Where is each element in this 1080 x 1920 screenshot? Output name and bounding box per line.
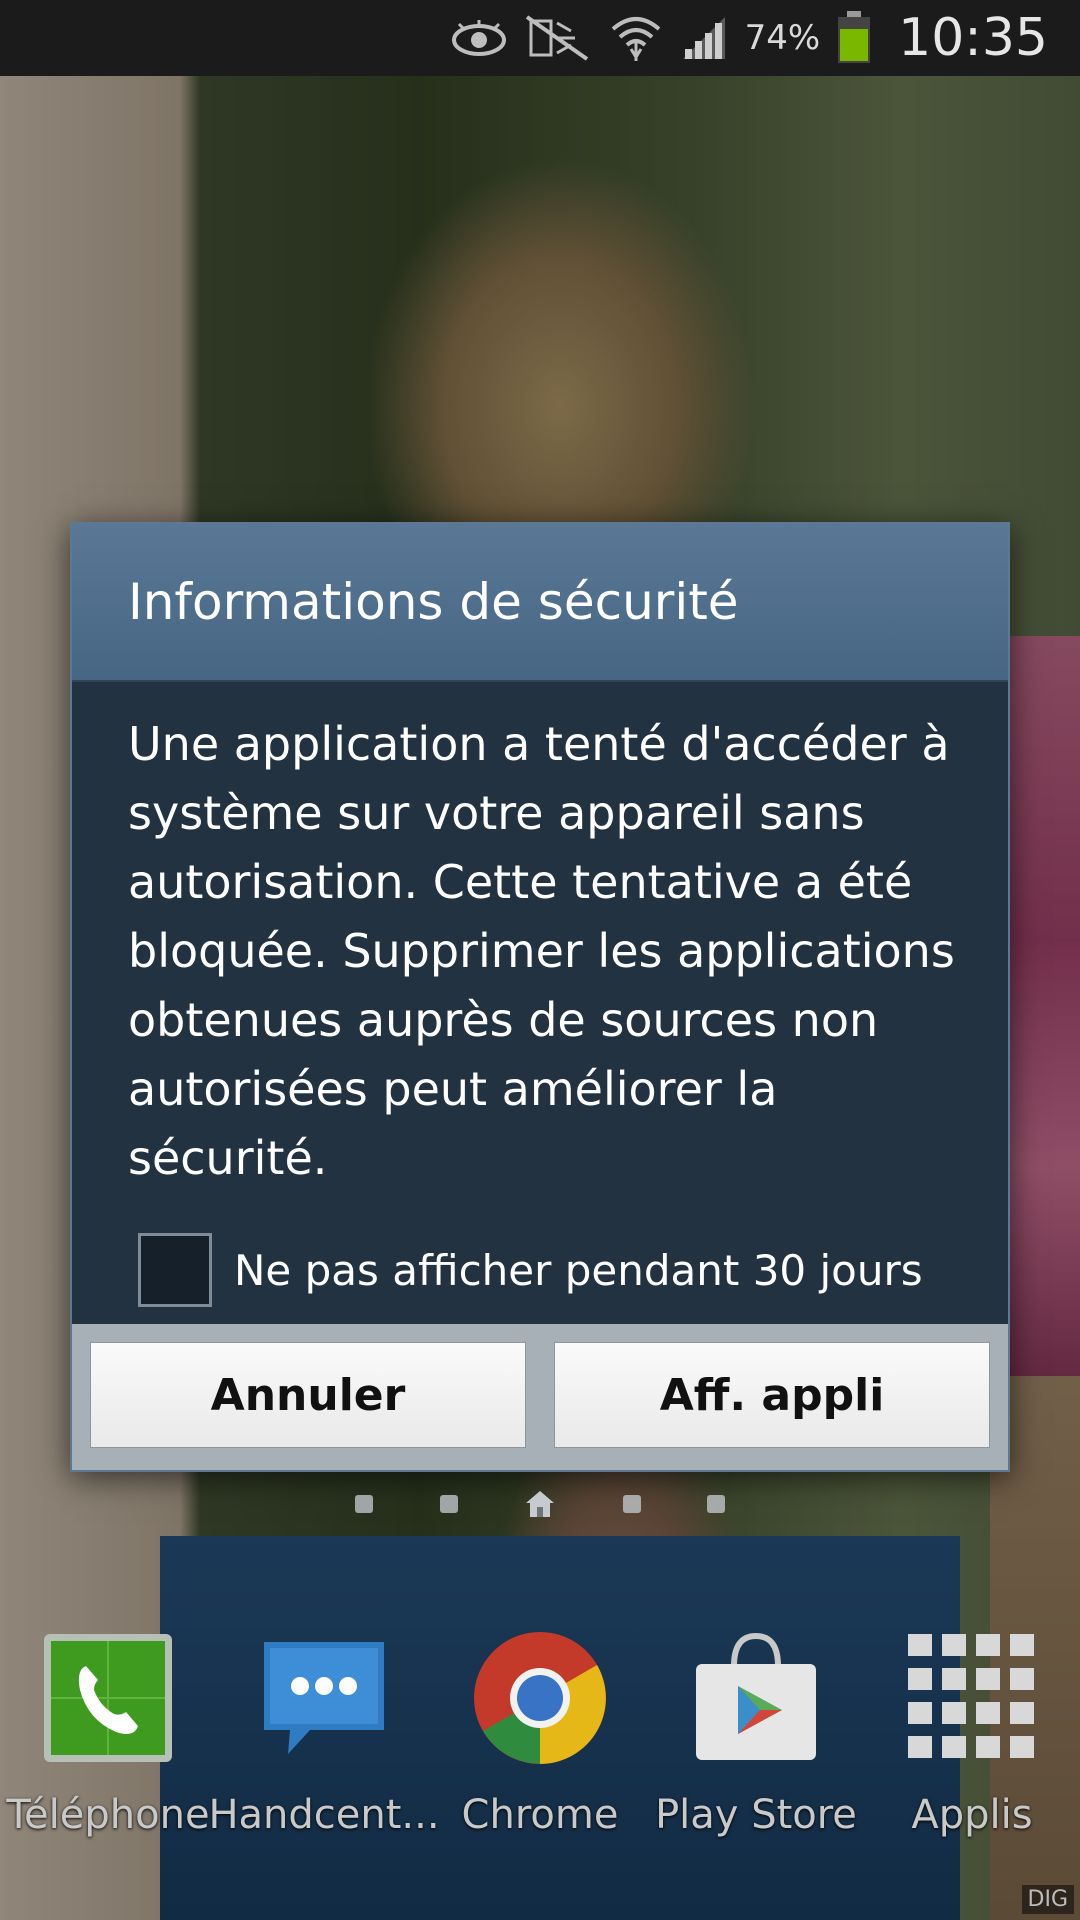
dock-app-label: Chrome <box>461 1792 619 1838</box>
page-dot[interactable] <box>355 1495 373 1513</box>
page-dot[interactable] <box>707 1495 725 1513</box>
dock-app-chrome[interactable]: Chrome <box>432 1628 648 1858</box>
dock-app-handcent[interactable]: Handcent... <box>208 1628 440 1858</box>
dialog-header: Informations de sécurité <box>72 524 1008 682</box>
dock-app-apps[interactable]: Applis <box>864 1628 1080 1858</box>
show-app-button[interactable]: Aff. appli <box>554 1342 990 1448</box>
page-dot[interactable] <box>439 1495 458 1513</box>
cancel-button[interactable]: Annuler <box>90 1342 526 1448</box>
battery-percent: 74% <box>744 18 821 58</box>
apps-grid-icon[interactable] <box>902 1628 1042 1768</box>
mute-icon <box>525 15 588 61</box>
dock-app-label: Play Store <box>655 1792 857 1838</box>
watermark: DIG <box>1021 1885 1074 1914</box>
eye-icon <box>451 20 506 56</box>
status-bar[interactable]: 74% 10:35 <box>0 0 1080 76</box>
dialog-button-bar: Annuler Aff. appli <box>72 1324 1008 1470</box>
dock-app-label: Applis <box>911 1792 1033 1838</box>
messaging-icon[interactable] <box>254 1628 394 1768</box>
dialog-title: Informations de sécurité <box>128 573 739 631</box>
home-page-icon[interactable] <box>524 1489 556 1519</box>
dont-show-checkbox[interactable] <box>138 1233 212 1307</box>
dialog-message: Une application a tenté d'accéder à syst… <box>128 717 955 1185</box>
play-store-icon[interactable] <box>686 1628 826 1768</box>
dont-show-label[interactable]: Ne pas afficher pendant 30 jours <box>234 1246 923 1295</box>
chrome-icon[interactable] <box>470 1628 610 1768</box>
dialog-body: Une application a tenté d'accéder à syst… <box>72 682 1008 1307</box>
clock: 10:35 <box>898 8 1048 68</box>
dock-app-play-store[interactable]: Play Store <box>648 1628 864 1858</box>
signal-icon <box>682 17 725 59</box>
wifi-icon <box>611 17 660 61</box>
phone-icon[interactable] <box>38 1628 178 1768</box>
dock-app-label: Téléphone <box>6 1792 210 1838</box>
security-dialog: Informations de sécurité Une application… <box>70 522 1010 1472</box>
dont-show-row[interactable]: Ne pas afficher pendant 30 jours <box>138 1233 968 1307</box>
page-dot[interactable] <box>622 1495 641 1513</box>
dock-app-label: Handcent... <box>208 1792 440 1838</box>
dock-app-phone[interactable]: Téléphone <box>0 1628 216 1858</box>
battery-icon <box>838 11 871 63</box>
page-indicator[interactable] <box>355 1486 725 1522</box>
app-dock: Téléphone Handcent... Chrome Play Store … <box>0 1628 1080 1858</box>
